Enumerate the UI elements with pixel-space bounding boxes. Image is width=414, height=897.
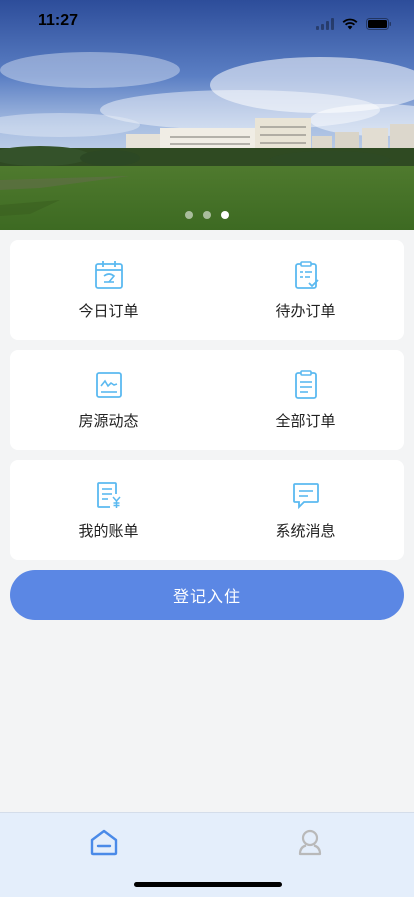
home-indicator bbox=[134, 882, 282, 887]
document-icon bbox=[294, 369, 317, 399]
calendar-icon bbox=[94, 260, 123, 289]
home-icon bbox=[90, 829, 118, 856]
bill-yen-icon bbox=[96, 481, 121, 508]
battery-icon bbox=[366, 15, 392, 34]
system-messages-button[interactable]: 系统消息 bbox=[207, 460, 404, 560]
profile-icon bbox=[298, 829, 322, 856]
my-bills-button[interactable]: 我的账单 bbox=[10, 460, 207, 560]
today-orders-label: 今日订单 bbox=[78, 301, 139, 320]
carousel-dot-active[interactable] bbox=[221, 211, 229, 219]
pending-orders-label: 待办订单 bbox=[275, 301, 336, 320]
status-time: 11:27 bbox=[38, 12, 79, 29]
menu-card: 房源动态 全部订单 bbox=[10, 350, 404, 450]
pending-orders-button[interactable]: 待办订单 bbox=[207, 240, 404, 340]
todo-clipboard-icon bbox=[294, 260, 319, 289]
chart-line-icon bbox=[95, 371, 122, 398]
carousel-dot[interactable] bbox=[185, 211, 193, 219]
all-orders-button[interactable]: 全部订单 bbox=[207, 350, 404, 450]
checkin-button[interactable]: 登记入住 bbox=[10, 570, 404, 620]
housing-status-button[interactable]: 房源动态 bbox=[10, 350, 207, 450]
housing-status-label: 房源动态 bbox=[78, 411, 139, 430]
carousel-dot[interactable] bbox=[203, 211, 211, 219]
tab-profile[interactable] bbox=[295, 827, 325, 857]
system-messages-label: 系统消息 bbox=[275, 521, 336, 540]
status-bar: 11:27 bbox=[0, 0, 414, 44]
all-orders-label: 全部订单 bbox=[275, 411, 336, 430]
wifi-icon bbox=[342, 15, 358, 34]
my-bills-label: 我的账单 bbox=[78, 521, 139, 540]
menu-card: 我的账单 系统消息 bbox=[10, 460, 404, 560]
message-icon bbox=[292, 482, 319, 509]
signal-icon bbox=[316, 15, 334, 34]
carousel-indicator[interactable] bbox=[0, 211, 414, 219]
menu-card: 今日订单 待办订单 bbox=[10, 240, 404, 340]
tab-home[interactable] bbox=[89, 827, 119, 857]
today-orders-button[interactable]: 今日订单 bbox=[10, 240, 207, 340]
